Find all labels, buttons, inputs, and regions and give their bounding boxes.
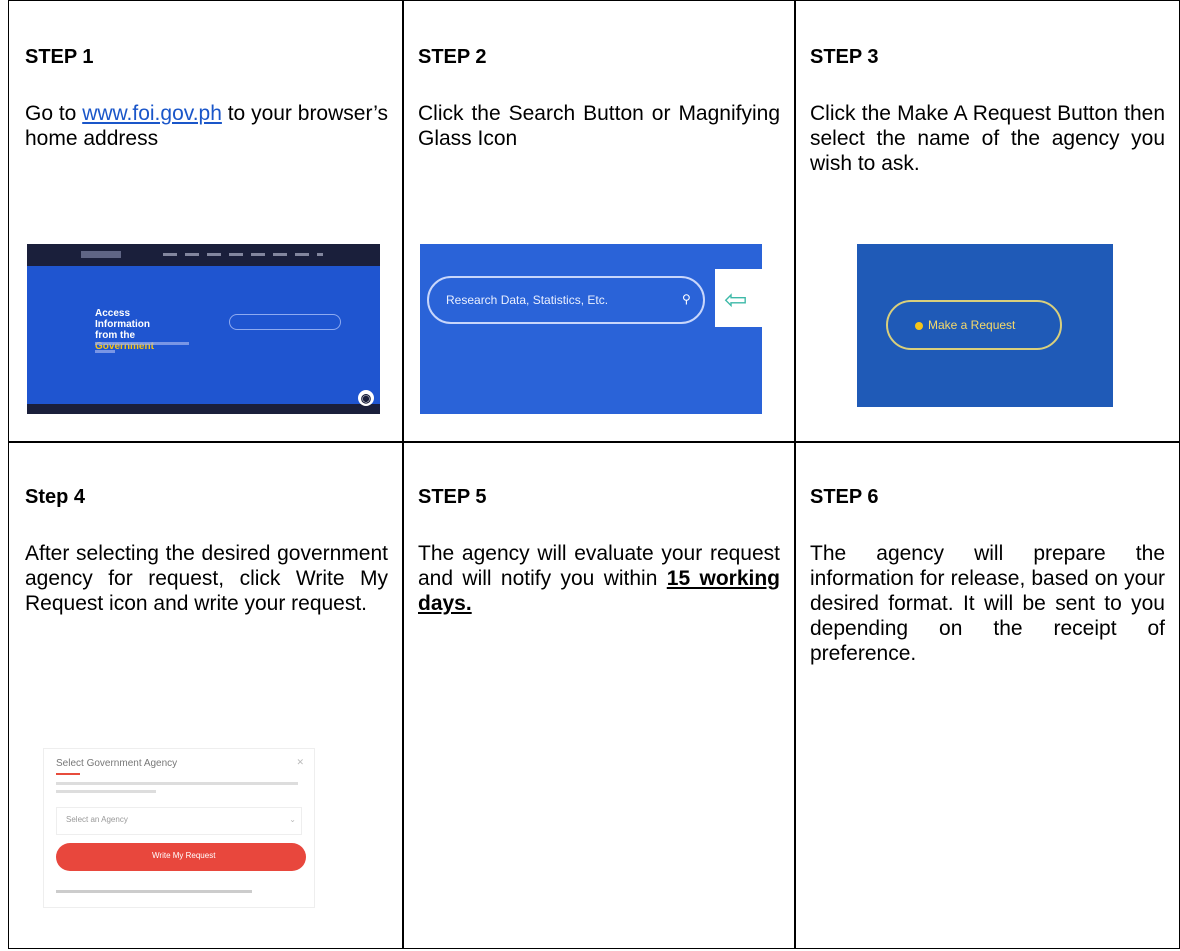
chevron-down-icon: ⌄ bbox=[289, 815, 296, 824]
hero-subtext bbox=[95, 350, 115, 353]
footer-bar bbox=[27, 404, 380, 414]
step-description: Go to www.foi.gov.ph to your browser’s h… bbox=[25, 102, 389, 150]
dot-icon bbox=[915, 322, 923, 330]
step-5-cell: STEP 5 The agency will evaluate your req… bbox=[402, 441, 794, 950]
make-request-label: Make a Request bbox=[928, 318, 1016, 332]
steps-table: STEP 1 Go to www.foi.gov.ph to your brow… bbox=[8, 0, 1180, 949]
title-underline bbox=[56, 773, 80, 775]
search-placeholder: Research Data, Statistics, Etc. bbox=[446, 293, 609, 307]
step-title: STEP 6 bbox=[810, 486, 879, 508]
hero-subtext bbox=[95, 342, 189, 345]
make-request-screenshot: Make a Request bbox=[857, 244, 1113, 407]
step-3-cell: STEP 3 Click the Make A Request Button t… bbox=[794, 1, 1179, 441]
close-icon: ✕ bbox=[296, 757, 304, 767]
step-title: STEP 5 bbox=[418, 486, 487, 508]
write-request-label: Write My Request bbox=[152, 851, 216, 860]
form-instructions bbox=[56, 782, 298, 785]
agency-form-screenshot: Select Government Agency ✕ Select an Age… bbox=[43, 748, 315, 908]
step-2-cell: STEP 2 Click the Search Button or Magnif… bbox=[402, 1, 794, 441]
foi-homepage-screenshot: Access Information from the Government ◉ bbox=[27, 244, 380, 414]
step-description: Click the Search Button or Magnifying Gl… bbox=[418, 102, 780, 150]
step-title: STEP 1 bbox=[25, 46, 94, 68]
agency-select-value: Select an Agency bbox=[66, 815, 128, 824]
step-1-cell: STEP 1 Go to www.foi.gov.ph to your brow… bbox=[9, 1, 402, 441]
logo bbox=[81, 251, 121, 258]
step-description: The agency will prepare the information … bbox=[810, 542, 1165, 665]
step-title: STEP 2 bbox=[418, 46, 487, 68]
search-input bbox=[229, 314, 341, 330]
form-footnote bbox=[56, 890, 252, 893]
step-description: The agency will evaluate your request an… bbox=[418, 542, 780, 615]
form-instructions bbox=[56, 790, 156, 793]
form-title: Select Government Agency bbox=[56, 758, 178, 769]
step-6-cell: STEP 6 The agency will prepare the infor… bbox=[794, 441, 1179, 950]
hero-text: Access Information from the Government bbox=[95, 308, 154, 352]
magnifying-glass-icon: ⚲ bbox=[682, 292, 691, 306]
step-title: STEP 3 bbox=[810, 46, 879, 68]
foi-link[interactable]: www.foi.gov.ph bbox=[82, 102, 222, 125]
nav-menu bbox=[163, 253, 323, 256]
search-screenshot: Research Data, Statistics, Etc. ⚲ ⇦ bbox=[420, 244, 762, 414]
step-description: After selecting the desired government a… bbox=[25, 542, 388, 615]
step-description: Click the Make A Request Button then sel… bbox=[810, 102, 1165, 175]
step-title: Step 4 bbox=[25, 486, 86, 508]
arrow-left-icon: ⇦ bbox=[724, 284, 748, 315]
accessibility-icon: ◉ bbox=[358, 390, 374, 406]
